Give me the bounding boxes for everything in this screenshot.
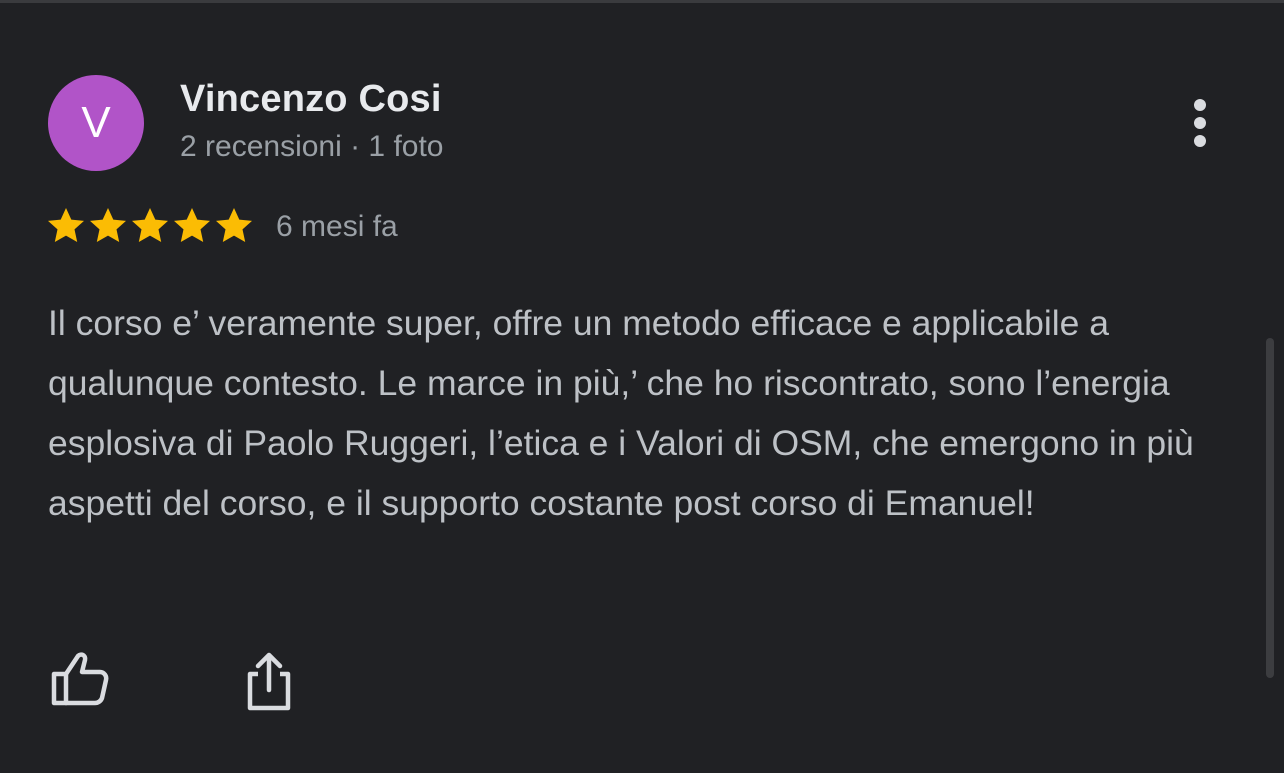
share-button[interactable] — [244, 650, 300, 712]
like-button[interactable] — [48, 650, 112, 708]
share-icon — [247, 652, 291, 711]
more-vert-icon — [1194, 99, 1206, 111]
star-icon — [132, 208, 168, 242]
star-icon — [48, 208, 84, 242]
avatar-initial: V — [81, 98, 111, 147]
author-meta: 2 recensioni · 1 foto — [180, 130, 444, 163]
more-options-button[interactable] — [1180, 95, 1220, 151]
review-time: 6 mesi fa — [276, 210, 398, 243]
review-text: Il corso e’ veramente super, offre un me… — [48, 303, 1194, 523]
star-icon — [90, 208, 126, 242]
star-rating — [46, 206, 254, 246]
star-icon — [216, 208, 252, 242]
scrollbar[interactable] — [1266, 338, 1274, 678]
thumb-up-icon — [51, 652, 109, 706]
author-name[interactable]: Vincenzo Cosi — [180, 78, 442, 121]
review-card: V Vincenzo Cosi 2 recensioni · 1 foto 6 … — [0, 0, 1284, 773]
more-vert-icon-dot-3 — [1194, 135, 1206, 147]
avatar[interactable]: V — [48, 75, 144, 171]
more-vert-icon-dot-2 — [1194, 117, 1206, 129]
top-divider — [0, 0, 1284, 3]
star-icon — [174, 208, 210, 242]
